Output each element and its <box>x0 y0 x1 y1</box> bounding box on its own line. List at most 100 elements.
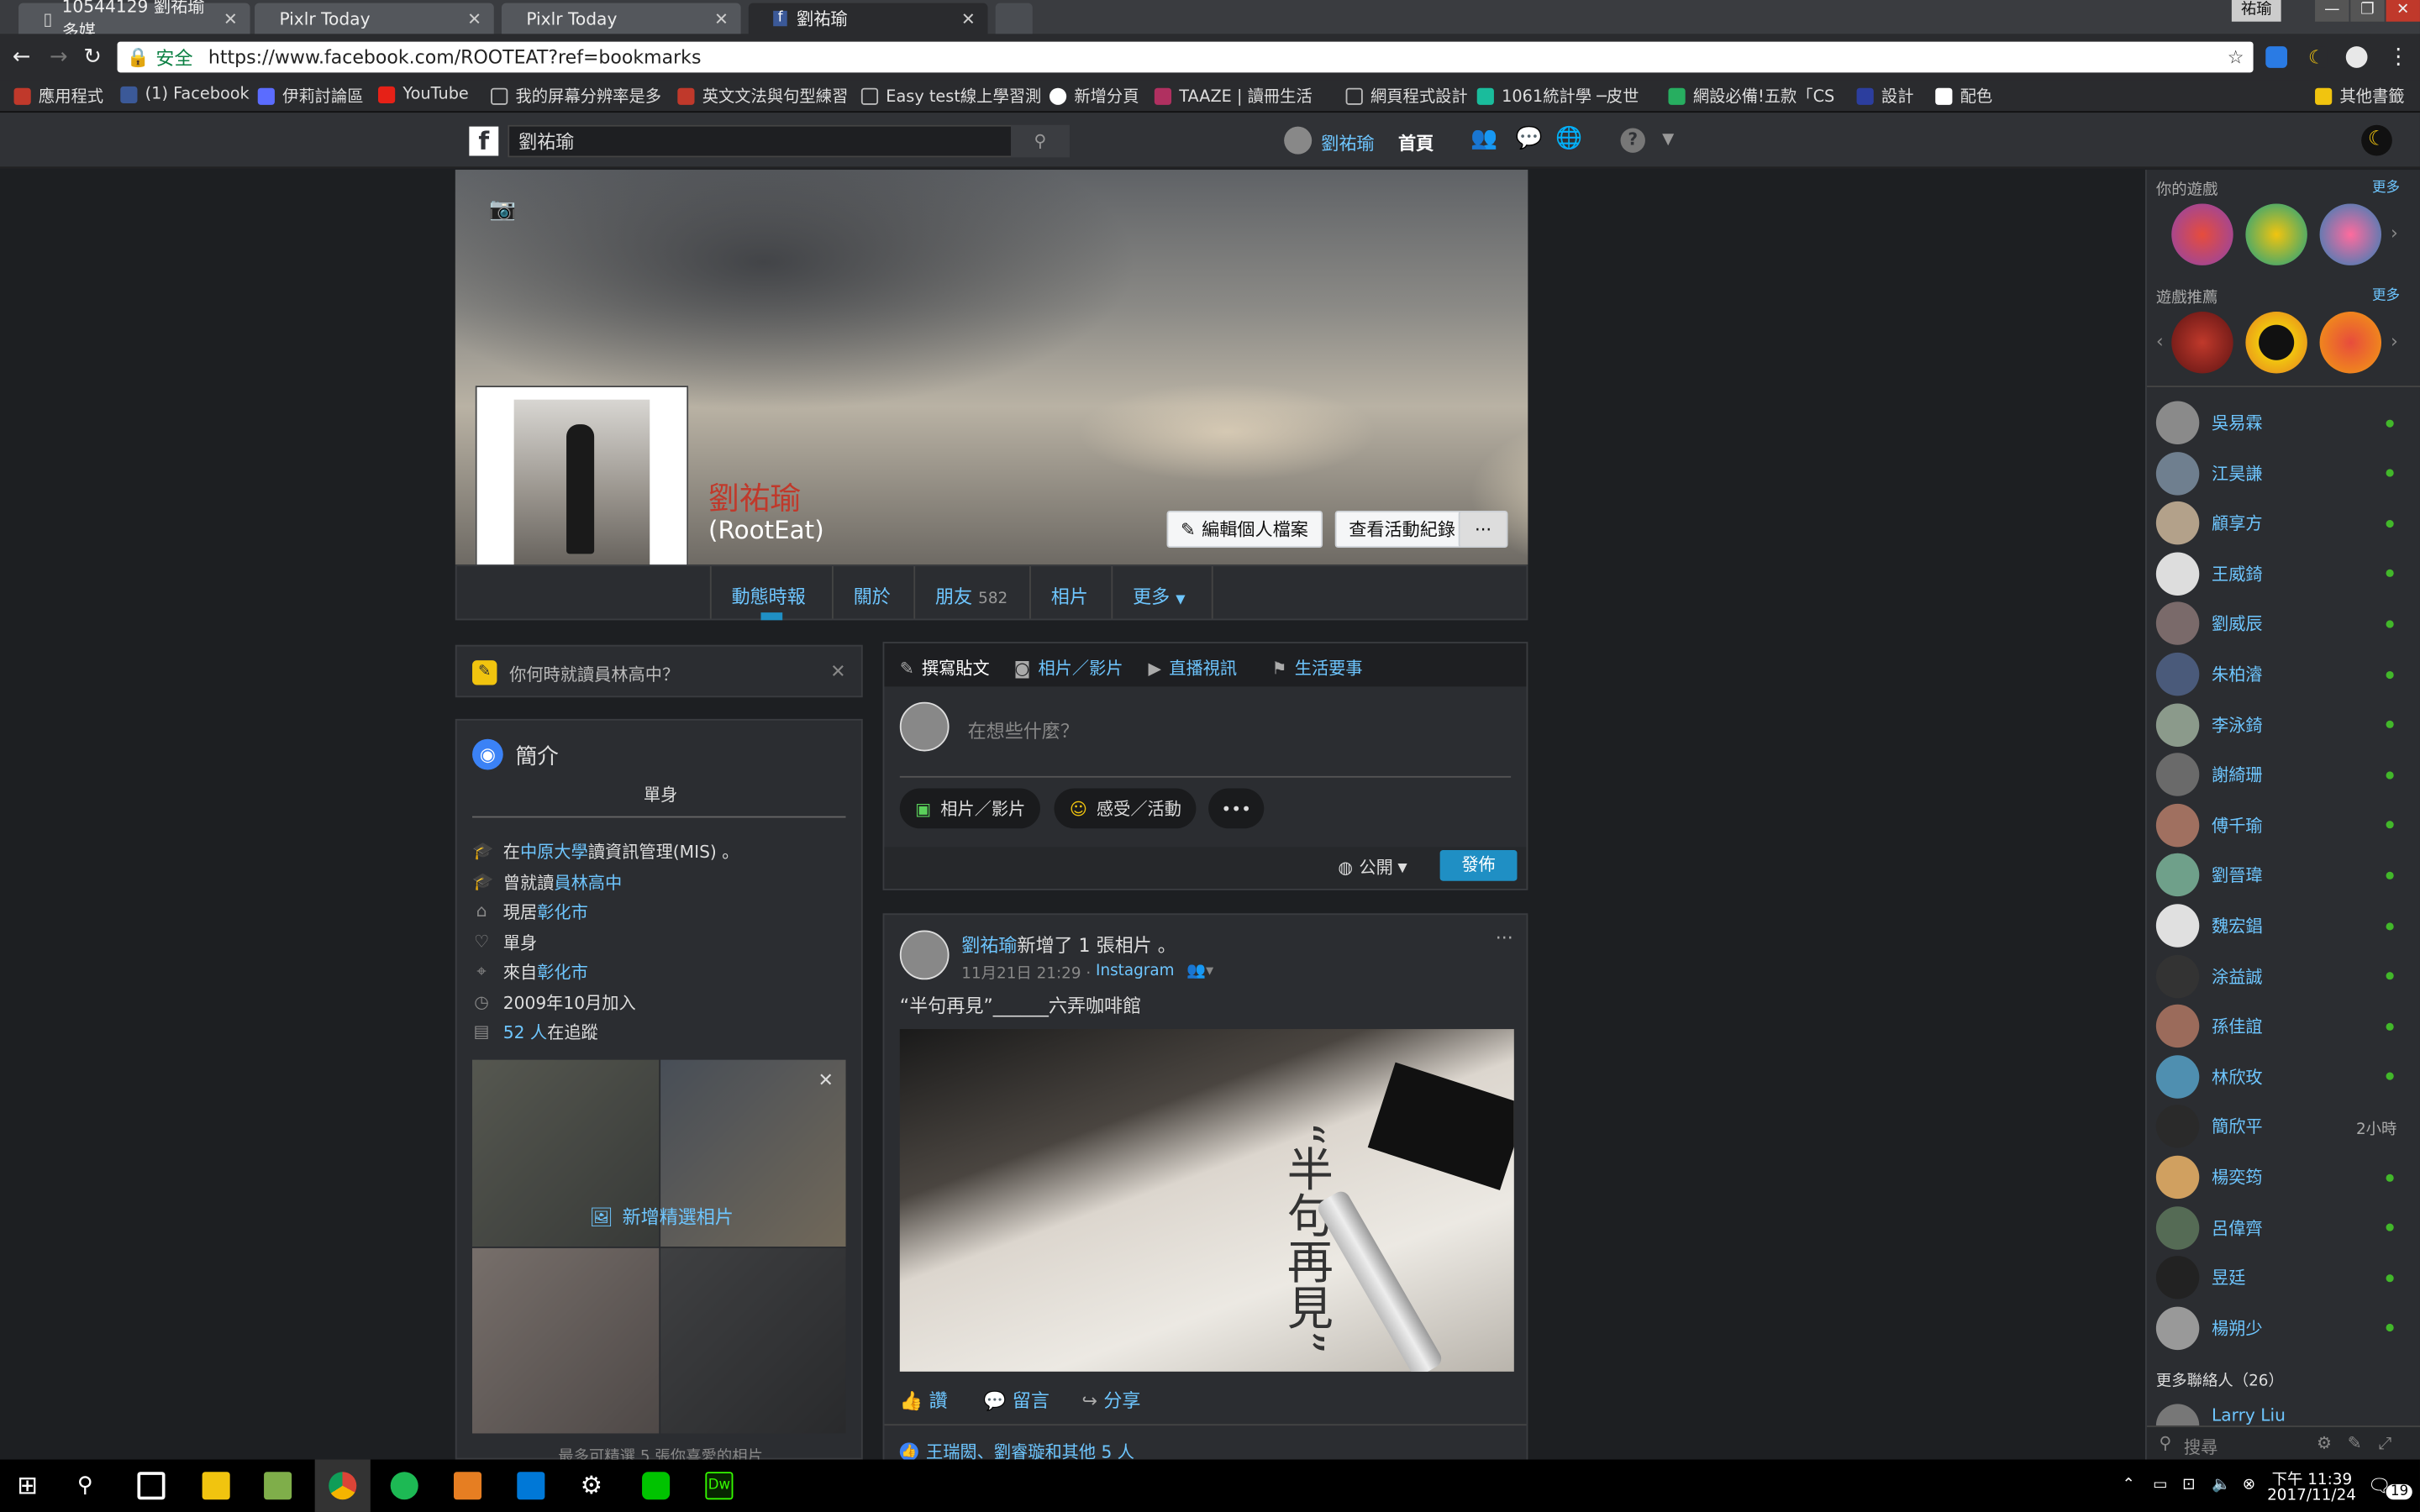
header-profile-link[interactable]: 劉祐瑜 <box>1321 131 1374 155</box>
search-input[interactable]: 劉祐瑜 <box>508 124 1070 158</box>
tab-write-post[interactable]: ✎ 撰寫貼文 <box>900 656 990 680</box>
more-options-button[interactable]: ··· <box>1458 510 1508 549</box>
friend-requests-icon[interactable]: 👥 <box>1470 127 1497 151</box>
contact-item[interactable]: 李泳錡 <box>2155 702 2394 747</box>
facebook-logo-icon[interactable]: f <box>469 126 499 156</box>
close-icon[interactable]: ✕ <box>818 1069 833 1091</box>
moon-icon[interactable]: ☾ <box>2306 46 2328 68</box>
avatar[interactable] <box>899 930 950 980</box>
contact-item[interactable]: 孫佳誼 <box>2155 1005 2394 1048</box>
star-icon[interactable]: ☆ <box>2228 46 2244 68</box>
games-more-link[interactable]: 更多 <box>2372 176 2400 196</box>
task-view-icon[interactable] <box>137 1472 166 1500</box>
header-home-link[interactable]: 首頁 <box>1398 131 1434 155</box>
compose-icon[interactable]: ✎ <box>2348 1433 2362 1453</box>
bookmark-apps[interactable]: 應用程式 <box>13 85 103 108</box>
like-button[interactable]: 👍 讚 <box>900 1387 948 1413</box>
activity-log-button[interactable]: 查看活動紀錄 <box>1334 510 1470 549</box>
close-icon[interactable]: ✕ <box>830 660 845 682</box>
chevron-down-icon[interactable]: ▼ <box>1662 131 1674 148</box>
tab-more[interactable]: 更多 ▼ <box>1133 583 1185 609</box>
post-author-link[interactable]: 劉祐瑜 <box>961 935 1017 957</box>
post-input[interactable]: 在想些什麼？ <box>968 717 1079 743</box>
back-icon[interactable]: ← <box>9 45 34 69</box>
bookmark[interactable]: TAAZE | 讀冊生活 <box>1154 85 1313 108</box>
close-icon[interactable]: ✕ <box>714 8 729 29</box>
followers-link[interactable]: 52 人 <box>503 1020 547 1044</box>
share-button[interactable]: ↪ 分享 <box>1082 1387 1141 1413</box>
bookmark[interactable]: 網頁程式設計 <box>1345 85 1468 108</box>
bookmark[interactable]: 設計 <box>1856 85 1914 108</box>
browser-tab-active[interactable]: f 劉祐瑜 ✕ <box>748 3 988 34</box>
line-icon[interactable] <box>642 1472 671 1500</box>
close-icon[interactable]: ✕ <box>224 8 238 29</box>
close-icon[interactable]: ✕ <box>467 8 481 29</box>
contact-item[interactable]: 簡欣平 2小時 <box>2155 1105 2396 1149</box>
comment-button[interactable]: 💬 留言 <box>983 1387 1050 1413</box>
menu-icon[interactable]: ⋮ <box>2386 45 2411 69</box>
contact-item[interactable]: 謝綺珊 <box>2155 753 2394 797</box>
chevron-right-icon[interactable]: › <box>2391 222 2398 244</box>
post-photo[interactable]: “半句再見” <box>899 1029 1514 1372</box>
bookmark[interactable]: 我的屏幕分辨率是多 <box>491 85 661 108</box>
tab-live-video[interactable]: ▶ 直播視訊 <box>1149 656 1238 680</box>
app-icon[interactable] <box>517 1472 545 1500</box>
camera-icon[interactable]: 📷 <box>489 197 516 222</box>
expand-icon[interactable]: ⤢ <box>2378 1433 2391 1455</box>
browser-tab[interactable]: Pixlr Today ✕ <box>255 3 494 34</box>
gear-icon[interactable]: ⚙ <box>2317 1433 2332 1453</box>
contact-item[interactable]: 涂益誠 <box>2155 954 2394 998</box>
contact-item[interactable]: 林欣玫 <box>2155 1054 2394 1099</box>
education-prompt-text[interactable]: 你何時就讀員林高中？ <box>509 662 679 686</box>
chat-search-input[interactable]: 搜尋 <box>2184 1435 2217 1459</box>
city-link[interactable]: 彰化市 <box>537 900 588 924</box>
more-contacts-label[interactable]: 更多聯絡人（26） <box>2156 1367 2284 1390</box>
bookmark[interactable]: 英文文法與句型練習 <box>677 85 848 108</box>
bookmark[interactable]: 1061統計學 ─皮世 <box>1476 85 1639 108</box>
bookmark[interactable]: (1) Facebook <box>120 85 250 103</box>
edit-profile-button[interactable]: ✎ 編輯個人檔案 <box>1166 510 1323 549</box>
profile-chip[interactable]: 祐瑜 <box>2231 0 2281 22</box>
tab-about[interactable]: 關於 <box>854 583 891 609</box>
game-icon[interactable] <box>2319 203 2382 265</box>
friends-audience-icon[interactable]: 👥▾ <box>1186 963 1213 979</box>
clock-date[interactable]: 2017/11/24 <box>2267 1488 2356 1504</box>
publish-button[interactable]: 發佈 <box>1439 850 1518 881</box>
close-window-icon[interactable]: ✕ <box>2386 0 2420 22</box>
contact-item[interactable]: 朱柏濬 <box>2155 652 2394 696</box>
battery-icon[interactable]: ▭ <box>2153 1477 2167 1494</box>
tab-timeline[interactable]: 動態時報 <box>732 583 806 609</box>
audience-selector[interactable]: ◍ 公開 ▼ <box>1338 855 1407 879</box>
extension-icon[interactable] <box>2265 46 2287 68</box>
messages-icon[interactable]: 💬 <box>1516 127 1543 151</box>
contact-item[interactable]: 劉晉瑋 <box>2155 853 2394 897</box>
file-explorer-icon[interactable] <box>202 1472 230 1500</box>
chevron-up-icon[interactable]: ⌃ <box>2122 1477 2134 1494</box>
contact-item[interactable]: 楊奕筠 <box>2155 1155 2394 1200</box>
settings-gear-icon[interactable]: ⚙ <box>581 1471 608 1499</box>
contact-item[interactable]: 王威錡 <box>2155 552 2394 596</box>
bookmark[interactable]: 配色 <box>1935 85 1992 108</box>
network-icon[interactable]: ⊡ <box>2182 1477 2195 1494</box>
feeling-activity-button[interactable]: ☺ 感受／活動 <box>1054 788 1197 829</box>
contact-item[interactable]: 魏宏錩 <box>2155 904 2394 948</box>
tab-friends[interactable]: 朋友 582 <box>935 583 1007 609</box>
search-icon[interactable]: ⚲ <box>1011 124 1070 158</box>
post-source-link[interactable]: Instagram <box>1096 963 1174 979</box>
bookmark[interactable]: YouTube <box>377 85 469 103</box>
game-icon[interactable] <box>2171 203 2233 265</box>
contact-item[interactable]: 傅千瑜 <box>2155 803 2394 847</box>
post-options-icon[interactable]: ··· <box>1496 927 1513 949</box>
photo-video-button[interactable]: ▣ 相片／影片 <box>899 788 1041 829</box>
chevron-left-icon[interactable]: ‹ <box>2156 330 2164 352</box>
contact-item[interactable]: 呂偉齊 <box>2155 1205 2394 1249</box>
contact-item[interactable]: Larry Liu <box>2155 1404 2286 1426</box>
volume-icon[interactable]: 🔈 <box>2212 1477 2231 1494</box>
contact-item[interactable]: 顧享方 <box>2155 501 2394 545</box>
contact-item[interactable]: 楊朔少 <box>2155 1306 2394 1350</box>
windows-start-icon[interactable]: ⊞ <box>17 1471 45 1499</box>
bookmark[interactable]: 伊莉討論區 <box>257 85 364 108</box>
browser-tab[interactable]: ▯ 10544129 劉祐瑜 多媒 ✕ <box>18 0 250 42</box>
moon-icon[interactable]: ☾ <box>2361 124 2392 156</box>
game-icon[interactable] <box>2245 203 2307 265</box>
